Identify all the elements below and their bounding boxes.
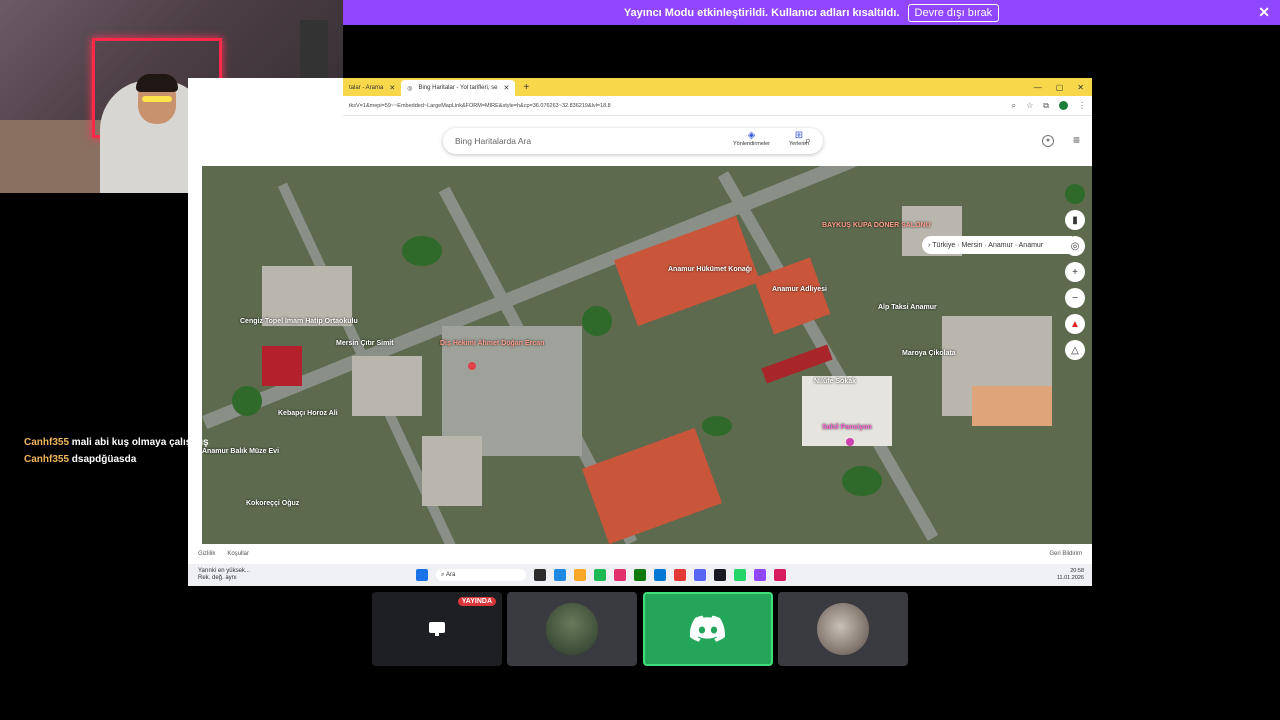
map-pin-icon[interactable] <box>468 362 476 370</box>
url-text[interactable]: tksV=1&mepi=59~~Embedded~LargeMapLink&FO… <box>349 103 969 109</box>
user-icon[interactable]: ● <box>1042 135 1054 147</box>
profile-avatar[interactable] <box>1059 100 1068 110</box>
discord-icon[interactable] <box>694 569 706 581</box>
poi-label[interactable]: Diş Hekimi Ahmet Doğan Ercan <box>440 340 544 347</box>
voice-tile-screenshare[interactable]: YAYINDA <box>372 592 502 666</box>
steam-icon[interactable] <box>714 569 726 581</box>
address-bar[interactable]: tksV=1&mepi=59~~Embedded~LargeMapLink&FO… <box>343 96 1092 116</box>
zoom-out-button[interactable]: − <box>1065 288 1085 308</box>
privacy-link[interactable]: Gizlilik <box>198 551 215 557</box>
close-tab-icon[interactable]: ✕ <box>389 84 395 92</box>
discord-logo-icon <box>690 615 725 642</box>
directions-button[interactable]: ◈ Yönlendirmeler <box>733 130 770 147</box>
satellite-map[interactable]: Cengiz Topel İmam Hatip Ortaokulu Mersin… <box>202 166 1092 544</box>
monitor-icon <box>429 622 445 636</box>
maximize-icon[interactable]: ▢ <box>1056 83 1064 92</box>
poi-label[interactable]: Alp Taksi Anamur <box>878 304 937 311</box>
tilt-icon[interactable]: △ <box>1065 340 1085 360</box>
whatsapp-icon[interactable] <box>734 569 746 581</box>
instagram-icon[interactable] <box>614 569 626 581</box>
weather-widget[interactable]: Yarınki en yüksek... Rek. değ. aynı <box>188 568 388 582</box>
poi-label[interactable]: Anamur Adliyesi <box>772 286 827 293</box>
system-clock[interactable]: 20:58 11.01.2026 <box>1057 568 1092 582</box>
chat-overlay: Canhf355 mali abi kuş olmaya çalışmış Ca… <box>24 434 224 468</box>
task-view-icon[interactable] <box>534 569 546 581</box>
close-tab-icon[interactable]: ✕ <box>504 84 510 92</box>
tab-search[interactable]: talar - Arama ✕ <box>343 80 401 96</box>
map-footer: Gizlilik Koşullar Geri Bildirim <box>188 544 1092 564</box>
edge-icon[interactable] <box>654 569 666 581</box>
file-explorer-icon[interactable] <box>574 569 586 581</box>
windows-taskbar: Yarınki en yüksek... Rek. değ. aynı ⌕ Ar… <box>188 564 1092 586</box>
new-tab-button[interactable]: + <box>523 82 529 93</box>
start-icon[interactable] <box>416 569 428 581</box>
feedback-link[interactable]: Geri Bildirim <box>1049 551 1082 557</box>
close-window-icon[interactable]: ✕ <box>1077 83 1084 92</box>
spotify-icon[interactable] <box>594 569 606 581</box>
voice-tile-user[interactable] <box>507 592 637 666</box>
minimize-icon[interactable]: — <box>1034 83 1042 92</box>
browser-window: talar - Arama ✕ ◎ Bing Haritalar - Yol t… <box>188 78 1092 586</box>
directions-icon: ◈ <box>747 130 756 141</box>
tab-bar: talar - Arama ✕ ◎ Bing Haritalar - Yol t… <box>343 78 1092 96</box>
voice-tile-user[interactable] <box>778 592 908 666</box>
poi-label[interactable]: Mersin Çıtır Simit <box>336 340 394 347</box>
zoom-icon[interactable]: ⌕ <box>1012 101 1016 111</box>
twitch-icon[interactable] <box>754 569 766 581</box>
avatar <box>546 603 598 655</box>
locate-me-icon[interactable]: ◎ <box>1065 236 1085 256</box>
close-icon[interactable]: ✕ <box>1258 4 1270 21</box>
poi-label[interactable]: Maroya Çikolata <box>902 350 956 357</box>
poi-label[interactable]: Nilüfe Sokak <box>814 378 856 385</box>
poi-label[interactable]: Kokoreççi Oğuz <box>246 500 299 507</box>
bookmark-star-icon[interactable]: ☆ <box>1026 101 1033 111</box>
terms-link[interactable]: Koşullar <box>227 551 249 557</box>
hamburger-menu-icon[interactable]: ≡ <box>1073 133 1080 147</box>
app-icon[interactable] <box>554 569 566 581</box>
satellite-view-icon[interactable] <box>1065 184 1085 204</box>
more-menu-icon[interactable]: ⋮ <box>1078 101 1086 111</box>
location-breadcrumb[interactable]: › Türkiye · Mersin · Anamur · Anamur <box>922 236 1072 254</box>
places-icon: ⊞ <box>794 130 804 141</box>
map-pin-icon[interactable] <box>846 438 854 446</box>
poi-label[interactable]: Cengiz Topel İmam Hatip Ortaokulu <box>240 318 358 325</box>
disable-streamer-mode-button[interactable]: Devre dışı bırak <box>907 3 1000 22</box>
chat-message: Canhf355 mali abi kuş olmaya çalışmış <box>24 437 209 448</box>
obs-icon[interactable] <box>774 569 786 581</box>
streamer-mode-banner: Yayıncı Modu etkinleştirildi. Kullanıcı … <box>343 0 1280 25</box>
avatar <box>817 603 869 655</box>
poi-label[interactable]: Kebapçı Horoz Ali <box>278 410 338 417</box>
extensions-icon[interactable]: ⧉ <box>1043 101 1049 111</box>
poi-label[interactable]: Sahil Pansiyon <box>822 424 872 431</box>
banner-message: Yayıncı Modu etkinleştirildi. Kullanıcı … <box>623 6 900 19</box>
places-button[interactable]: ⊞ Yerlerim <box>789 130 809 147</box>
taskbar-search[interactable]: ⌕ Ara <box>436 569 526 581</box>
live-badge: YAYINDA <box>457 597 496 606</box>
poi-label[interactable]: BAYKUŞ KÜPA DÖNER SALONU <box>822 222 931 229</box>
xbox-icon[interactable] <box>634 569 646 581</box>
globe-icon: ◎ <box>407 85 413 92</box>
bing-maps-header: Bing Haritalarda Ara ⌕ ◈ Yönlendirmeler … <box>343 116 1092 166</box>
zoom-in-button[interactable]: + <box>1065 262 1085 282</box>
traffic-icon[interactable]: ▮ <box>1065 210 1085 230</box>
map-controls: ▮ ◎ + − ▲ △ <box>1064 184 1086 360</box>
chrome-icon[interactable] <box>674 569 686 581</box>
voice-tile-discord[interactable] <box>643 592 773 666</box>
search-input[interactable]: Bing Haritalarda Ara <box>455 136 531 146</box>
compass-icon[interactable]: ▲ <box>1065 314 1085 334</box>
tab-bing-maps[interactable]: ◎ Bing Haritalar - Yol tarifleri, se ✕ <box>401 80 516 96</box>
chat-message: Canhf355 dsapdğüasda <box>24 454 137 465</box>
poi-label[interactable]: Anamur Hükümet Konağı <box>668 266 752 273</box>
